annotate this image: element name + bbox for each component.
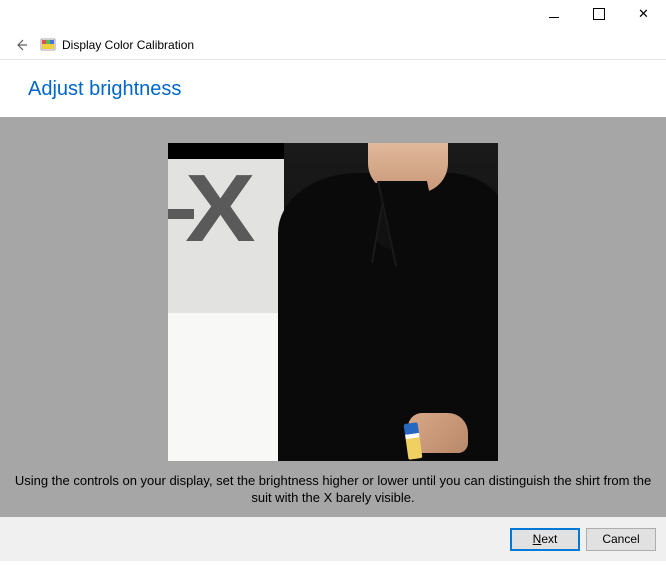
cancel-button[interactable]: Cancel [586, 528, 656, 551]
page-heading: Adjust brightness [28, 78, 638, 101]
app-title: Display Color Calibration [62, 38, 194, 52]
close-button[interactable] [621, 4, 666, 24]
maximize-button[interactable] [576, 4, 621, 24]
window-titlebar [0, 0, 666, 30]
back-arrow-icon [13, 37, 29, 53]
app-icon [40, 37, 56, 53]
calibration-sample-image: X [168, 143, 498, 461]
next-button-label-rest: ext [541, 532, 557, 546]
instruction-text: Using the controls on your display, set … [0, 464, 666, 517]
content-area: X Using the controls on your display, se… [0, 117, 666, 517]
minimize-button[interactable] [531, 4, 576, 24]
next-button[interactable]: Next [510, 528, 580, 551]
header-bar: Display Color Calibration [0, 30, 666, 60]
back-button[interactable] [10, 34, 32, 56]
footer-bar: Next Cancel [0, 517, 666, 561]
page-subheader: Adjust brightness [0, 60, 666, 117]
